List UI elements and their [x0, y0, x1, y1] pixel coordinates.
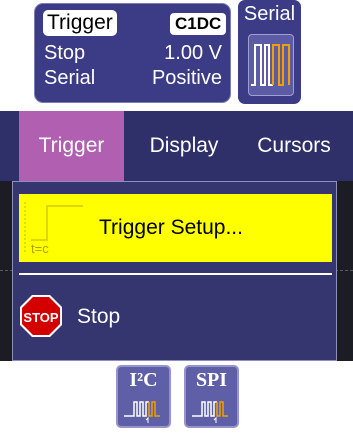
tab-display[interactable]: Display	[134, 111, 234, 181]
menu-item-stop[interactable]: STOP Stop	[19, 282, 332, 352]
screen-background: t=c Trigger Setup... STOP Stop	[0, 181, 353, 361]
trigger-title: Trigger	[43, 10, 117, 36]
trigger-type-row: Serial Positive	[44, 66, 222, 90]
trigger-level: 1.00 V	[164, 42, 222, 64]
spi-trigger-icon	[192, 401, 228, 423]
trigger-dropdown-menu: t=c Trigger Setup... STOP Stop	[12, 181, 337, 361]
i2c-trigger-icon	[124, 401, 160, 423]
serial-trigger-button[interactable]: Serial	[238, 0, 301, 104]
menu-item-trigger-setup[interactable]: t=c Trigger Setup...	[19, 194, 332, 262]
serial-label: Serial	[243, 3, 296, 25]
svg-text:t=c: t=c	[31, 241, 49, 256]
spi-label: SPI	[195, 369, 228, 391]
stop-label: Stop	[77, 305, 121, 328]
trigger-setup-icon: t=c	[24, 202, 83, 256]
channel-badge: C1DC	[170, 13, 227, 35]
menu-separator	[19, 273, 332, 275]
i2c-label: I²C	[129, 369, 158, 391]
trigger-slope: Positive	[151, 67, 222, 89]
trigger-mode: Stop	[44, 42, 86, 64]
trigger-type: Serial	[44, 67, 96, 89]
tab-trigger[interactable]: Trigger	[19, 111, 124, 181]
i2c-trigger-button[interactable]: I²C	[116, 365, 171, 428]
serial-waveform-icon	[248, 34, 294, 96]
spi-trigger-button[interactable]: SPI	[184, 365, 239, 428]
trigger-mode-row: Stop 1.00 V	[44, 41, 222, 65]
trigger-setup-label: Trigger Setup...	[99, 216, 243, 239]
svg-text:STOP: STOP	[23, 310, 58, 325]
menu-bar: Trigger Display Cursors	[0, 111, 353, 181]
stop-sign-icon: STOP	[20, 295, 62, 337]
trigger-status-box[interactable]: Trigger C1DC Stop 1.00 V Serial Positive	[34, 3, 231, 103]
tab-cursors[interactable]: Cursors	[244, 111, 344, 181]
